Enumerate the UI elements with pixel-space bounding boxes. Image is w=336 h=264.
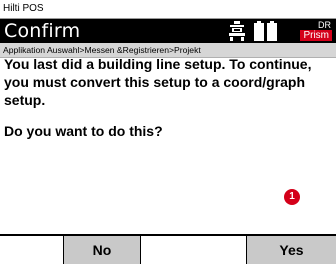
screen-header: Confirm DR Prism [0,19,336,43]
device-screen: Hilti POS Confirm DR Prism Applikation A… [0,0,336,264]
callout-marker: 1 [284,189,300,205]
screen-title: Confirm [4,20,81,42]
mode-prism-badge: Prism [300,30,332,41]
app-title-bar: Hilti POS [0,0,336,19]
softkey-bar: No Yes [0,234,336,264]
dialog-question: Do you want to do this? [4,123,163,139]
target-mode-indicator: DR Prism [286,20,334,42]
no-button[interactable]: No [63,236,141,264]
yes-button[interactable]: Yes [246,236,336,264]
mode-dr-label: DR [318,20,331,30]
dialog-message: You last did a building line setup. To c… [4,56,312,108]
tribrach-icon [229,21,245,41]
battery-icon [254,21,277,41]
app-title: Hilti POS [3,3,44,14]
